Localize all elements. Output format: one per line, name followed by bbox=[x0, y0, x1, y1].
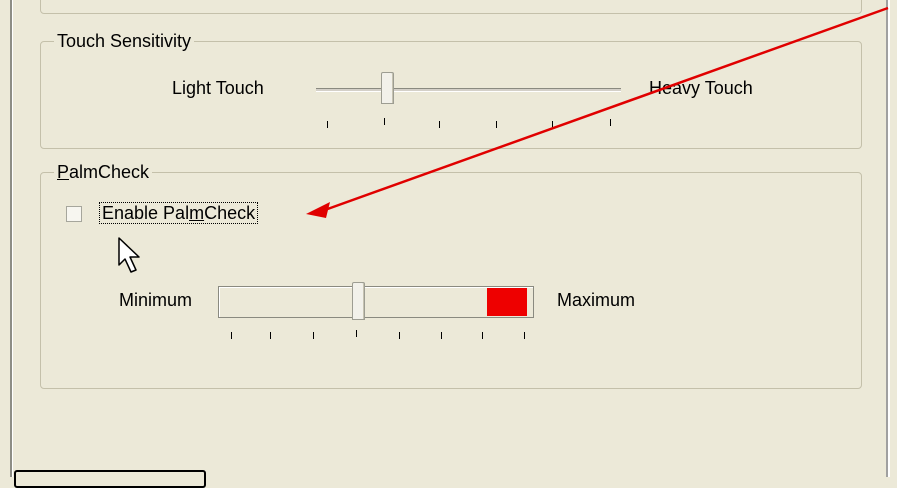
tick bbox=[524, 332, 525, 339]
tick bbox=[313, 332, 314, 339]
previous-groupbox bbox=[40, 0, 862, 14]
heavy-touch-label: Heavy Touch bbox=[649, 78, 753, 98]
palmcheck-slider-thumb[interactable] bbox=[352, 282, 365, 320]
palmcheck-range-fill bbox=[487, 288, 527, 316]
light-touch-label: Light Touch bbox=[172, 78, 264, 98]
tick bbox=[496, 121, 497, 128]
palmcheck-legend-rest: almCheck bbox=[69, 162, 150, 182]
enable-palmcheck-label-pre: Enable Pal bbox=[102, 203, 190, 223]
tick bbox=[356, 330, 357, 337]
minimum-label: Minimum bbox=[119, 290, 193, 310]
tick bbox=[399, 332, 400, 339]
touch-sensitivity-slider-thumb[interactable] bbox=[381, 72, 394, 104]
tick bbox=[482, 332, 483, 339]
tick bbox=[384, 118, 385, 125]
palmcheck-legend: PalmCheck bbox=[54, 162, 153, 182]
panel-right-edge bbox=[888, 0, 890, 477]
maximum-label: Maximum bbox=[557, 290, 636, 310]
tick bbox=[610, 119, 611, 126]
touch-sensitivity-legend: Touch Sensitivity bbox=[54, 31, 195, 51]
tick bbox=[439, 121, 440, 128]
enable-palmcheck-label-post: Check bbox=[204, 203, 256, 223]
tick bbox=[270, 332, 271, 339]
tick bbox=[441, 332, 442, 339]
panel-left-highlight bbox=[12, 0, 13, 477]
palmcheck-range-bar[interactable] bbox=[218, 286, 534, 318]
tick bbox=[231, 332, 232, 339]
touch-sensitivity-slider-track[interactable] bbox=[316, 88, 621, 92]
enable-palmcheck-label-accel: m bbox=[189, 203, 205, 223]
dialog-button[interactable] bbox=[14, 470, 206, 488]
palmcheck-legend-accel: P bbox=[57, 162, 70, 182]
tick bbox=[327, 121, 328, 128]
enable-palmcheck-label[interactable]: Enable PalmCheck bbox=[98, 202, 259, 224]
tick bbox=[552, 121, 553, 128]
enable-palmcheck-checkbox[interactable] bbox=[66, 206, 82, 222]
